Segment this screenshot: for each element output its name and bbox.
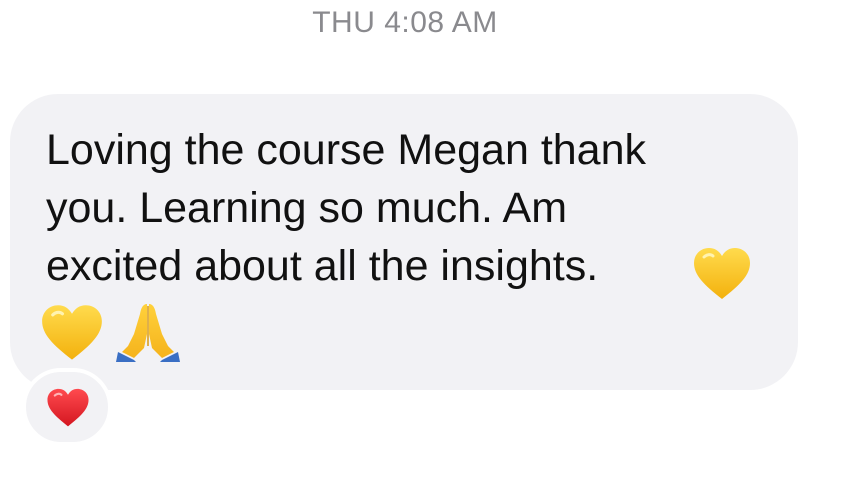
reaction-badge[interactable] xyxy=(22,368,112,446)
yellow-heart-icon xyxy=(694,248,750,299)
message-line-1: Loving the course Megan thank xyxy=(46,126,647,174)
message-timestamp: THU 4:08 AM xyxy=(312,6,498,39)
message-text: Loving the course Megan thank you. Learn… xyxy=(46,121,786,295)
red-heart-icon xyxy=(47,388,89,427)
message-line-2: you. Learning so much. Am xyxy=(46,184,568,232)
folded-hands-icon xyxy=(116,304,180,362)
message-line-3: excited about all the insights. xyxy=(46,242,599,290)
yellow-heart-icon xyxy=(42,305,102,360)
